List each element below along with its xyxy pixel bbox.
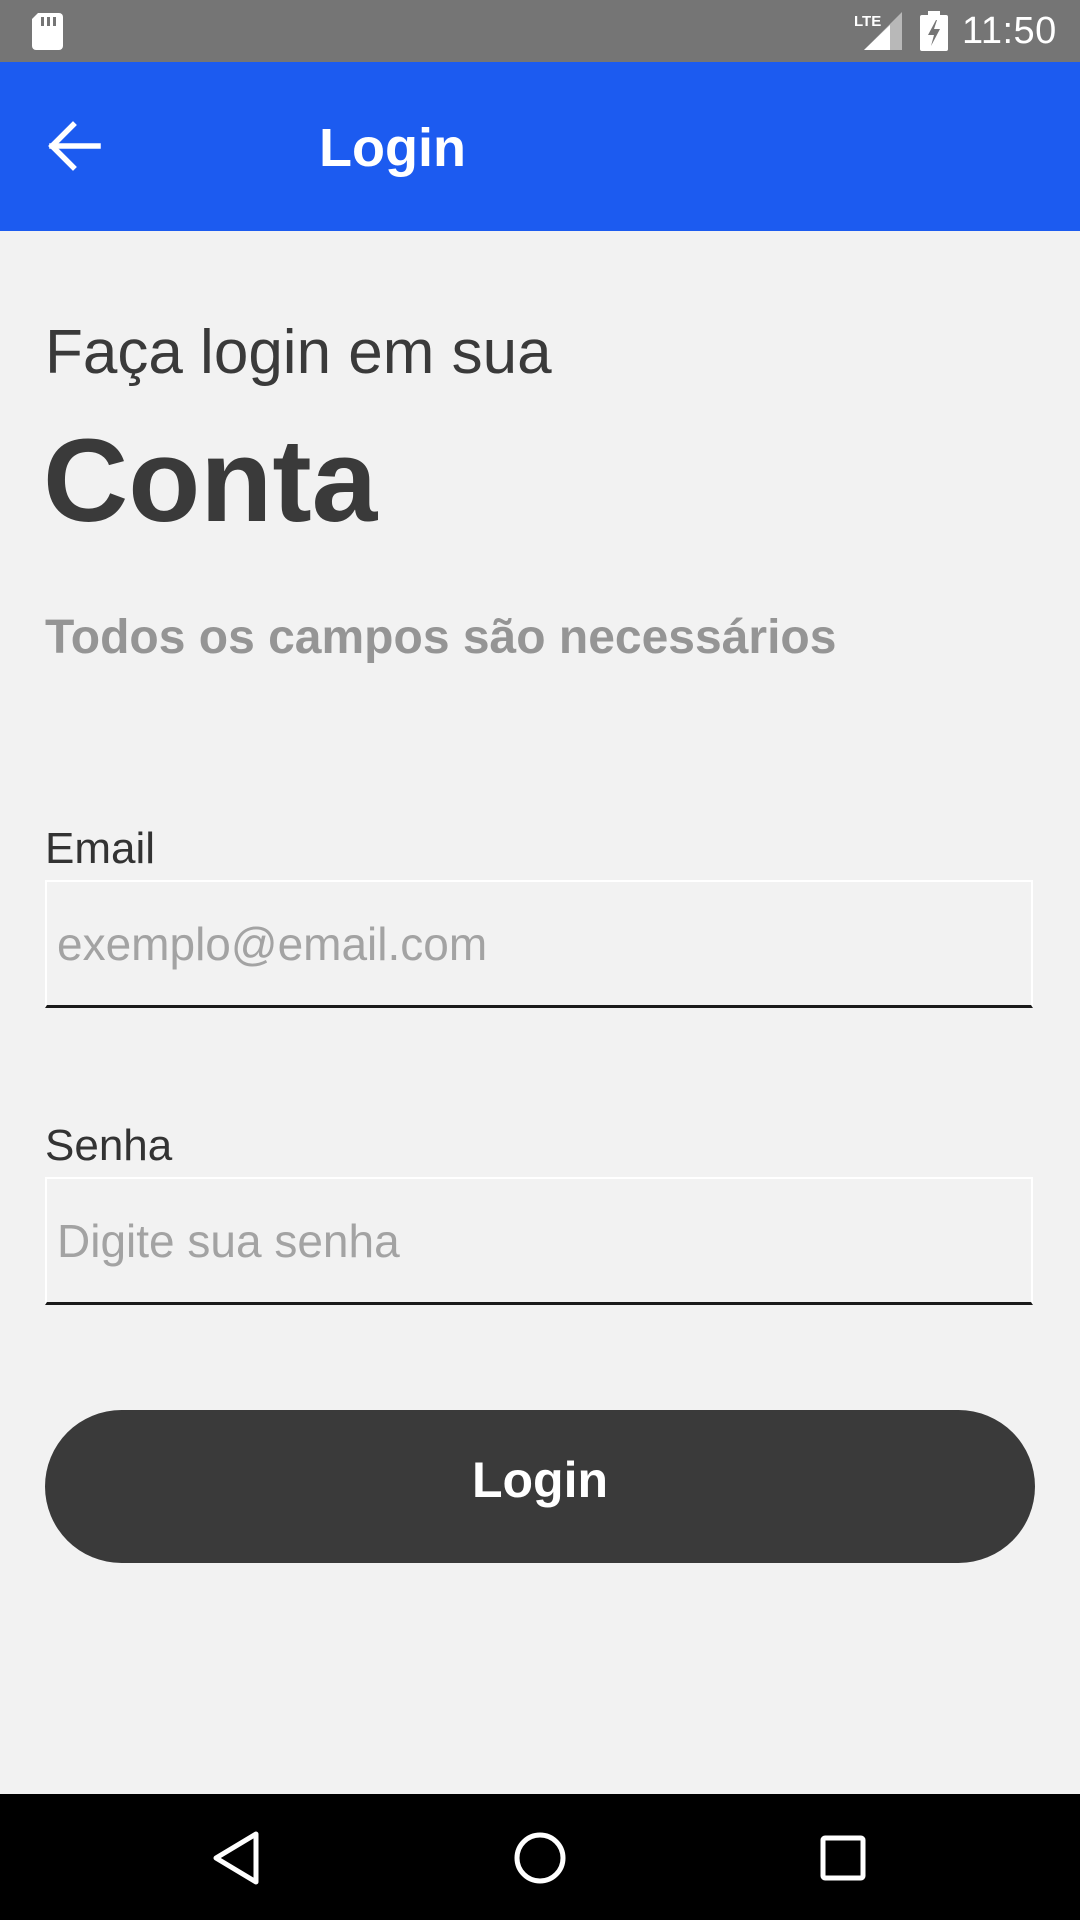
app-bar: Login xyxy=(0,62,1080,231)
required-fields-note: Todos os campos são necessários xyxy=(45,611,837,664)
password-label: Senha xyxy=(45,1121,173,1170)
back-button[interactable] xyxy=(30,102,118,190)
navigation-bar xyxy=(0,1794,1080,1920)
status-bar: LTE 11:50 xyxy=(0,0,1080,62)
email-label: Email xyxy=(45,824,156,873)
page-title: Login xyxy=(319,118,466,178)
status-clock: 11:50 xyxy=(962,10,1057,52)
arrow-back-icon xyxy=(48,121,101,171)
heading-intro: Faça login em sua xyxy=(45,318,552,387)
svg-text:LTE: LTE xyxy=(854,13,881,30)
battery-charging-icon xyxy=(920,11,948,51)
heading-title: Conta xyxy=(43,415,378,547)
login-button[interactable]: Login xyxy=(45,1410,1035,1563)
nav-home-button[interactable] xyxy=(496,1814,584,1902)
nav-recents-icon xyxy=(820,1835,866,1881)
nav-back-icon xyxy=(213,1831,259,1885)
sd-card-icon xyxy=(32,13,63,50)
lte-signal-icon: LTE xyxy=(854,12,902,50)
email-field[interactable] xyxy=(45,880,1033,1008)
nav-home-icon xyxy=(514,1832,566,1884)
nav-back-button[interactable] xyxy=(192,1814,280,1902)
password-field[interactable] xyxy=(45,1177,1033,1305)
nav-recents-button[interactable] xyxy=(799,1814,887,1902)
